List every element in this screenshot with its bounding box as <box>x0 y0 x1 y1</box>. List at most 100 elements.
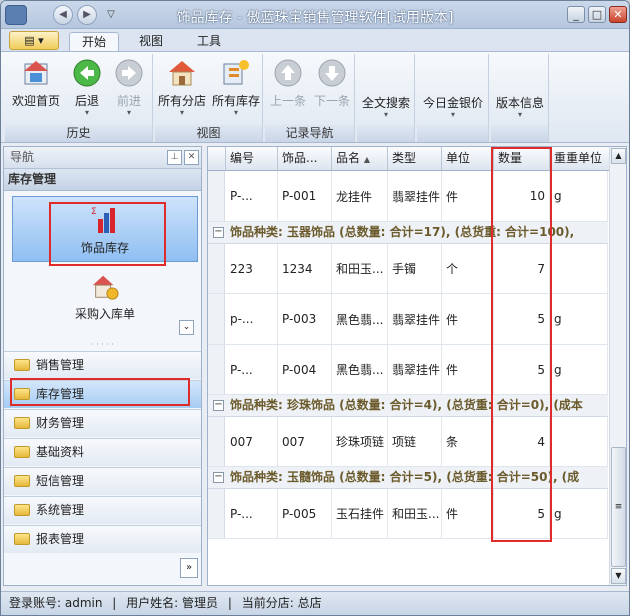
nav-item-sms[interactable]: 短信管理 <box>4 467 201 495</box>
close-button[interactable]: ✕ <box>609 6 627 23</box>
cell-weight-unit: g <box>550 171 608 221</box>
cell-quantity: 7 <box>494 244 550 293</box>
cell-quantity: 5 <box>494 345 550 394</box>
welcome-home-button[interactable]: 欢迎首页 <box>7 56 65 122</box>
collapse-group-icon[interactable]: − <box>213 472 224 483</box>
vertical-scrollbar[interactable]: ▲ ≡ ▼ <box>609 147 626 585</box>
cell-weight-unit: g <box>550 294 608 344</box>
ribbon-group-label-history: 历史 <box>5 125 152 142</box>
folder-icon <box>14 388 30 400</box>
inventory-icon <box>223 60 249 85</box>
cell-unit: 件 <box>442 171 494 221</box>
application-menu-button[interactable]: ▤ ▾ <box>9 31 59 50</box>
ribbon-group-search: 全文搜索 ▾ <box>357 54 415 142</box>
cell-unit: 条 <box>442 417 494 466</box>
down-arrow-icon <box>318 59 346 87</box>
cell-type: 项链 <box>388 417 442 466</box>
svg-text:Σ: Σ <box>91 207 97 217</box>
bar-chart-icon: Σ <box>91 207 115 233</box>
collapse-group-icon[interactable]: − <box>213 400 224 411</box>
table-row[interactable]: P-... P-004 黑色翡... 翡翠挂件 件 5 g <box>208 345 608 395</box>
minimize-button[interactable]: _ <box>567 6 585 23</box>
cell-quantity: 5 <box>494 294 550 344</box>
forward-button[interactable]: 前进 ▾ <box>109 56 149 122</box>
cell-weight-unit: g <box>550 489 608 538</box>
all-stores-button[interactable]: 所有分店 ▾ <box>155 56 209 122</box>
inventory-grid: 编号 饰品... 品名 ▲ 类型 单位 数量 重重单位 P-... P-001 … <box>207 146 627 586</box>
version-info-button[interactable]: 版本信息 ▾ <box>493 56 547 122</box>
next-record-button[interactable]: 下一条 <box>311 56 353 122</box>
column-header-name[interactable]: 品名 ▲ <box>332 147 388 171</box>
back-dropdown-icon[interactable]: ▾ <box>67 109 107 117</box>
cell-type: 翡翠挂件 <box>388 294 442 344</box>
nav-item-inventory[interactable]: 库存管理 <box>4 380 201 408</box>
cell-weight-unit <box>550 417 608 466</box>
column-header-unit[interactable]: 单位 <box>442 147 494 171</box>
navigation-panel: 导航 ⊥ ✕ 库存管理 Σ 饰品库存 采购入库单 ⌄ · · · · · 销售管… <box>3 146 202 586</box>
group-row[interactable]: − 饰品种类: 玉器饰品 (总数量: 合计=17), (总货重: 合计=100)… <box>208 222 608 244</box>
table-row[interactable]: P-... P-005 玉石挂件 和田玉... 件 5 g <box>208 489 608 539</box>
cell-unit: 件 <box>442 294 494 344</box>
app-window: ◀ ▶ ▽ 饰品库存 - 傲蓝珠宝销售管理软件[试用版本] _ □ ✕ ▤ ▾ … <box>0 0 630 616</box>
nav-tile-purchase-receipt[interactable]: 采购入库单 <box>12 269 198 327</box>
table-row[interactable]: P-... P-001 龙挂件 翡翠挂件 件 10 g <box>208 171 608 222</box>
cell-item-no: 1234 <box>278 244 332 293</box>
scroll-up-icon[interactable]: ▲ <box>611 148 626 164</box>
cell-type: 翡翠挂件 <box>388 345 442 394</box>
previous-record-button[interactable]: 上一条 <box>267 56 309 122</box>
nav-item-finance[interactable]: 财务管理 <box>4 409 201 437</box>
nav-tiles-expand-icon[interactable]: ⌄ <box>179 320 194 335</box>
nav-splitter[interactable]: · · · · · <box>4 341 201 351</box>
nav-tile-jewelry-inventory[interactable]: Σ 饰品库存 <box>12 196 198 262</box>
scroll-thumb[interactable]: ≡ <box>611 447 626 567</box>
tab-view[interactable]: 视图 <box>127 32 175 51</box>
nav-item-system[interactable]: 系统管理 <box>4 496 201 524</box>
nav-item-reports[interactable]: 报表管理 <box>4 525 201 553</box>
ribbon-group-gold-price: 今日金银价 ▾ <box>417 54 489 142</box>
nav-item-sales[interactable]: 销售管理 <box>4 351 201 379</box>
folder-icon <box>14 504 30 516</box>
folder-icon <box>14 359 30 371</box>
maximize-button[interactable]: □ <box>588 6 606 23</box>
all-inventory-button[interactable]: 所有库存 ▾ <box>209 56 263 122</box>
column-header-quantity[interactable]: 数量 <box>494 147 550 171</box>
column-header-type[interactable]: 类型 <box>388 147 442 171</box>
cell-code: P-... <box>226 489 278 538</box>
tab-start[interactable]: 开始 <box>69 32 120 51</box>
table-row[interactable]: 007 007 珍珠项链 项链 条 4 <box>208 417 608 467</box>
nav-header: 导航 ⊥ ✕ <box>4 147 201 169</box>
column-header-item-no[interactable]: 饰品... <box>278 147 332 171</box>
back-button[interactable]: 后退 ▾ <box>67 56 107 122</box>
nav-more-icon[interactable]: » <box>180 558 198 578</box>
nav-item-basic-data[interactable]: 基础资料 <box>4 438 201 466</box>
cell-name: 珍珠项链 <box>332 417 388 466</box>
status-account: 登录账号: admin <box>9 596 103 610</box>
store-house-icon <box>169 61 195 86</box>
cell-code: 223 <box>226 244 278 293</box>
cell-item-no: P-004 <box>278 345 332 394</box>
collapse-group-icon[interactable]: − <box>213 227 224 238</box>
table-row[interactable]: p-... P-003 黑色翡... 翡翠挂件 件 5 g <box>208 294 608 345</box>
table-row[interactable]: 223 1234 和田玉... 手镯 个 7 <box>208 244 608 294</box>
status-username: 用户姓名: 管理员 <box>126 596 219 610</box>
scroll-down-icon[interactable]: ▼ <box>611 568 626 584</box>
group-row[interactable]: − 饰品种类: 玉髓饰品 (总数量: 合计=5), (总货重: 合计=50), … <box>208 467 608 489</box>
status-branch: 当前分店: 总店 <box>241 596 322 610</box>
fulltext-search-button[interactable]: 全文搜索 ▾ <box>359 56 413 122</box>
cell-type: 翡翠挂件 <box>388 171 442 221</box>
cell-quantity: 5 <box>494 489 550 538</box>
today-gold-price-button[interactable]: 今日金银价 ▾ <box>419 56 487 122</box>
nav-close-icon[interactable]: ✕ <box>184 150 199 165</box>
cell-type: 和田玉... <box>388 489 442 538</box>
cell-quantity: 10 <box>494 171 550 221</box>
tab-tools[interactable]: 工具 <box>185 32 233 51</box>
forward-dropdown-icon[interactable]: ▾ <box>109 109 149 117</box>
cell-quantity: 4 <box>494 417 550 466</box>
column-header-code[interactable]: 编号 <box>226 147 278 171</box>
column-header-weight-unit[interactable]: 重重单位 <box>550 147 610 171</box>
pin-icon[interactable]: ⊥ <box>167 150 182 165</box>
folder-icon <box>14 417 30 429</box>
group-row[interactable]: − 饰品种类: 珍珠饰品 (总数量: 合计=4), (总货重: 合计=0), (… <box>208 395 608 417</box>
cell-code: 007 <box>226 417 278 466</box>
ribbon-group-version: 版本信息 ▾ <box>491 54 549 142</box>
